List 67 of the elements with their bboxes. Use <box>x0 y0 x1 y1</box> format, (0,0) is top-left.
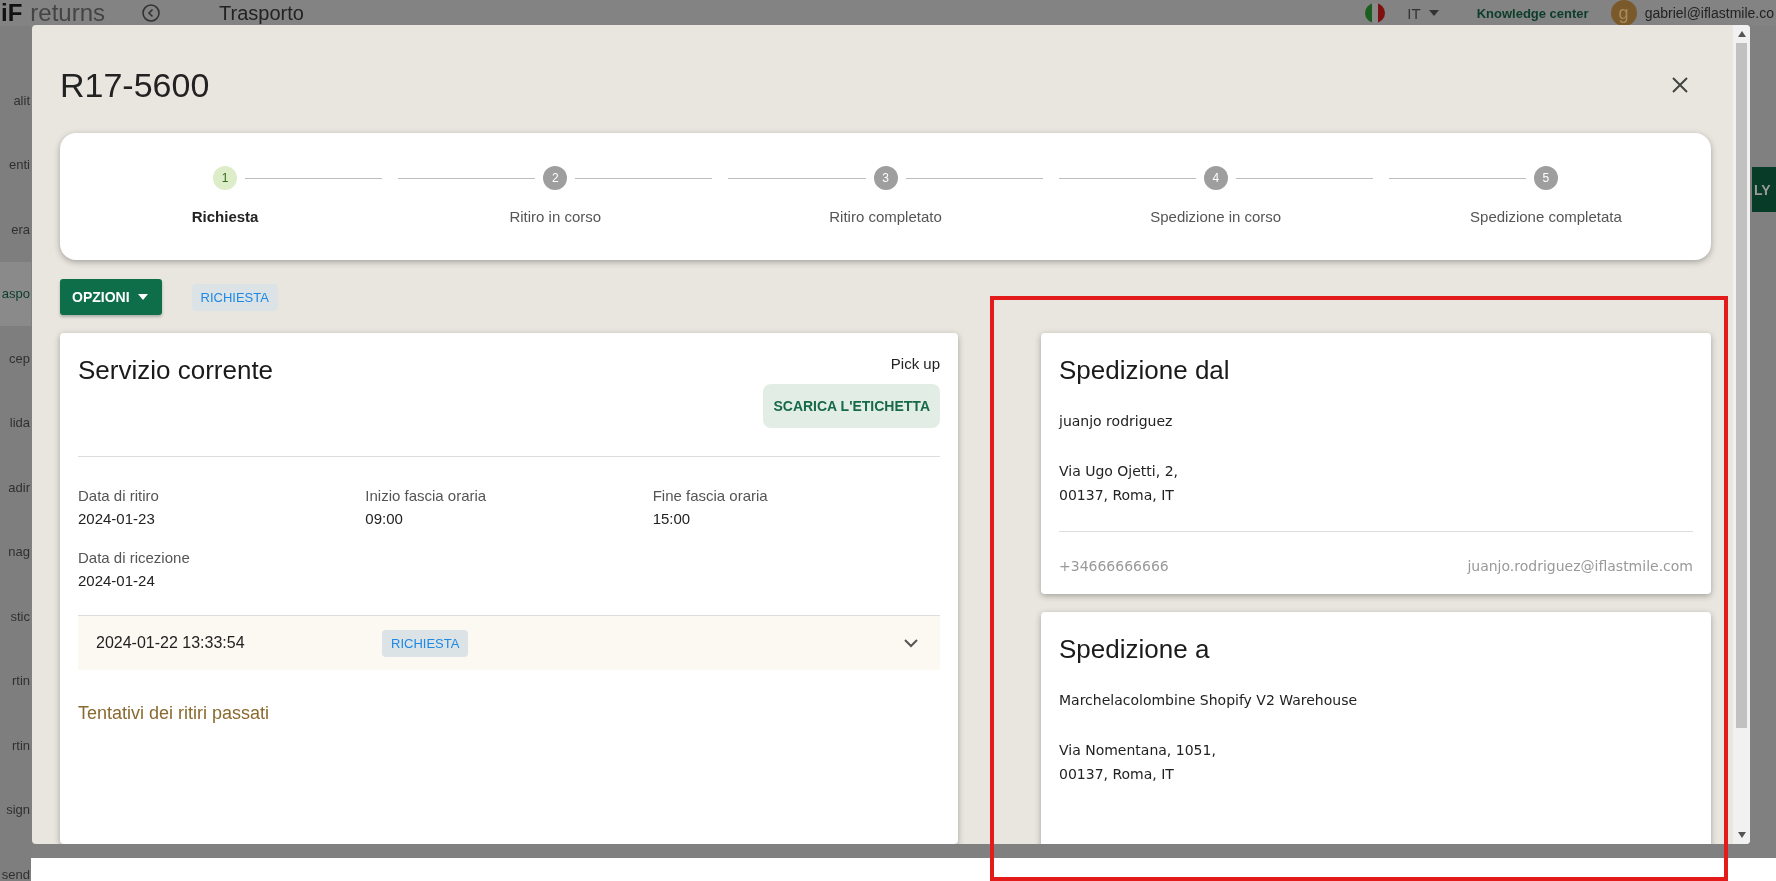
step-number[interactable]: 5 <box>1533 166 1558 190</box>
close-icon[interactable] <box>1671 76 1689 94</box>
card-title: Spedizione a <box>1059 634 1211 664</box>
step-label: Spedizione in corso <box>1150 208 1282 225</box>
scrollbar[interactable] <box>1733 25 1750 844</box>
collapse-icon[interactable] <box>141 3 162 23</box>
help-link[interactable]: Knowledge center <box>1476 5 1589 21</box>
sidebar-item[interactable]: rtin <box>0 713 31 778</box>
modal-title: R17-5600 <box>60 65 210 105</box>
sidebar-item[interactable]: cep <box>0 326 31 391</box>
action-button[interactable]: LY <box>1752 167 1776 212</box>
sidebar-item[interactable]: alit <box>0 68 31 133</box>
sidebar-item[interactable]: enti <box>0 132 31 197</box>
options-button[interactable]: OPZIONI <box>60 279 162 315</box>
step-label: Spedizione completata <box>1470 208 1622 225</box>
field-value: 2024-01-24 <box>78 572 156 589</box>
step-number[interactable]: 1 <box>213 166 238 190</box>
scroll-down-icon[interactable] <box>1737 832 1746 838</box>
phone-number: +34666666666 <box>1059 558 1169 574</box>
field-label: Data di ricezione <box>78 549 191 566</box>
step-label: Ritiro in corso <box>509 208 602 225</box>
flag-icon <box>1365 3 1386 23</box>
card-title: Spedizione dal <box>1059 355 1231 385</box>
step-number[interactable]: 4 <box>1203 166 1228 190</box>
caret-icon[interactable] <box>1428 10 1439 16</box>
address-line: 00137, Roma, IT <box>1059 766 1175 782</box>
sidebar-item[interactable]: send <box>0 842 31 881</box>
sidebar-item[interactable]: sign <box>0 777 31 842</box>
sidebar-item[interactable]: stic <box>0 584 31 649</box>
step-label: Richiesta <box>191 208 259 225</box>
email-address: juanjo.rodriguez@iflastmile.com <box>1467 558 1693 574</box>
status-chip: RICHIESTA <box>382 629 469 657</box>
field-value: 15:00 <box>652 510 692 527</box>
service-type: Pick up <box>890 355 940 372</box>
page-title: Trasporto <box>219 2 304 24</box>
step-number[interactable]: 3 <box>873 166 898 190</box>
sidebar-item[interactable]: rtin <box>0 648 31 713</box>
field-label: Data di ritiro <box>78 487 160 504</box>
download-label-button[interactable]: SCARICA L'ETICHETTA <box>763 384 940 428</box>
sidebar-item[interactable]: lida <box>0 390 31 455</box>
app-logo: iF <box>1 1 23 25</box>
language-selector[interactable]: IT <box>1407 4 1421 22</box>
sidebar-item[interactable]: nag <box>0 519 31 584</box>
past-attempts-link[interactable]: Tentativi dei ritiri passati <box>78 703 270 724</box>
status-chip: RICHIESTA <box>191 283 278 311</box>
sidebar-item[interactable]: adir <box>0 455 31 520</box>
step-label: Ritiro completato <box>829 208 942 225</box>
field-value: 2024-01-23 <box>78 510 156 527</box>
sidebar-item[interactable]: aspo <box>0 261 31 326</box>
scroll-up-icon[interactable] <box>1737 31 1746 37</box>
field-label: Fine fascia oraria <box>652 487 769 504</box>
address-line: 00137, Roma, IT <box>1059 487 1175 503</box>
step-number[interactable]: 2 <box>543 166 568 190</box>
field-label: Inizio fascia oraria <box>365 487 488 504</box>
caret-icon <box>137 294 148 300</box>
address-line: Via Nomentana, 1051, <box>1059 742 1217 758</box>
contact-name: Marchelacolombine Shopify V2 Warehouse <box>1059 692 1359 708</box>
history-datetime: 2024-01-22 13:33:54 <box>96 634 246 652</box>
user-email: gabriel@iflastmile.co <box>1644 5 1774 21</box>
field-value: 09:00 <box>365 510 404 527</box>
chevron-icon[interactable] <box>904 638 918 648</box>
contact-name: juanjo rodriguez <box>1059 413 1174 429</box>
address-line: Via Ugo Ojetti, 2, <box>1059 463 1179 479</box>
sidebar-item[interactable]: era <box>0 197 31 262</box>
card-title: Servizio corrente <box>78 355 274 385</box>
history-row[interactable]: 2024-01-22 13:33:54 RICHIESTA <box>78 615 940 670</box>
app-name: returns <box>30 1 106 25</box>
